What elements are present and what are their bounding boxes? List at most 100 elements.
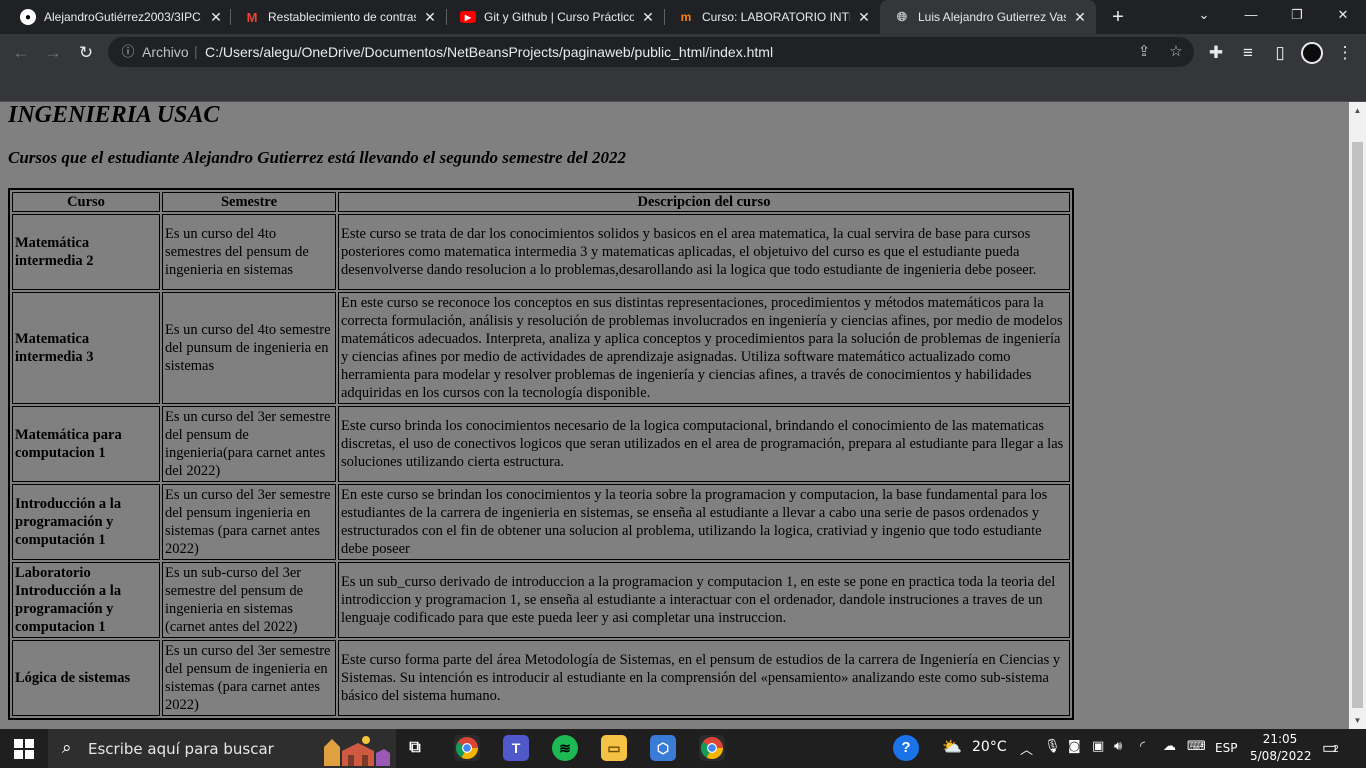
- page-subtitle: Cursos que el estudiante Alejandro Gutie…: [8, 148, 626, 167]
- info-icon[interactable]: ⓘ: [118, 42, 138, 62]
- task-view-icon[interactable]: ⧉: [402, 735, 428, 761]
- tab-title: Curso: LABORATORIO INTRO: [702, 10, 850, 24]
- reload-icon[interactable]: ↻: [73, 40, 99, 66]
- search-highlight-illustration-icon: [318, 731, 390, 766]
- bookmark-bar-area: [0, 71, 1366, 102]
- course-name: Introducción a la programación y computa…: [12, 484, 160, 560]
- page-scrollbar[interactable]: ▲ ▼: [1349, 102, 1366, 729]
- tab-github[interactable]: ● AlejandroGutiérrez2003/3IPC ✕: [6, 0, 232, 34]
- course-name: Laboratorio Introducción a la programaci…: [12, 562, 160, 638]
- table-row: Lógica de sistemas Es un curso del 3er s…: [12, 640, 1070, 716]
- minimize-button[interactable]: —: [1228, 0, 1274, 30]
- chrome-taskbar-icon[interactable]: [454, 735, 480, 761]
- search-icon: ⌕: [62, 738, 72, 757]
- taskbar-search-box[interactable]: ⌕ Escribe aquí para buscar: [48, 729, 396, 768]
- tab-title: Git y Github | Curso Práctico: [484, 10, 634, 24]
- forward-arrow-icon[interactable]: →: [40, 40, 66, 66]
- side-panel-icon[interactable]: ▯: [1267, 40, 1293, 66]
- scrollbar-thumb[interactable]: [1352, 142, 1363, 708]
- keyboard-icon[interactable]: ⌨: [1187, 739, 1206, 754]
- table-row: Matematica intermedia 3 Es un curso del …: [12, 292, 1070, 404]
- 3d-box-app-taskbar-icon[interactable]: ⬡: [650, 735, 676, 761]
- notification-center-icon[interactable]: ▭ 2: [1322, 738, 1344, 758]
- windows-taskbar: ⌕ Escribe aquí para buscar ⧉ T ≋ ▭ ⬡ ? ⛅…: [0, 729, 1366, 768]
- tab-active-page[interactable]: 🌐︎ Luis Alejandro Gutierrez Vasc ✕: [880, 0, 1096, 34]
- table-row: Matemática para computacion 1 Es un curs…: [12, 406, 1070, 482]
- table-row: Matemática intermedia 2 Es un curso del …: [12, 214, 1070, 290]
- course-name: Matemática intermedia 2: [12, 214, 160, 290]
- extensions-puzzle-icon[interactable]: ✚: [1203, 40, 1229, 66]
- tray-chevron-up-icon[interactable]: ︿: [1020, 739, 1033, 758]
- close-window-button[interactable]: ✕: [1320, 0, 1366, 30]
- tab-moodle[interactable]: m Curso: LABORATORIO INTRO ✕: [664, 0, 880, 34]
- media-queue-icon[interactable]: ≡: [1235, 40, 1261, 66]
- onedrive-cloud-icon[interactable]: ☁: [1163, 739, 1176, 754]
- windows-start-icon[interactable]: [14, 739, 34, 759]
- scroll-down-arrow-icon[interactable]: ▼: [1349, 712, 1366, 729]
- course-description: En este curso se reconoce los conceptos …: [338, 292, 1070, 404]
- tab-title: AlejandroGutiérrez2003/3IPC: [44, 10, 201, 24]
- course-semester: Es un curso del 3er semestre del pensum …: [162, 406, 336, 482]
- taskbar-clock[interactable]: 21:05 5/08/2022: [1250, 731, 1312, 765]
- globe-icon: 🌐︎: [896, 9, 908, 24]
- header-semester: Semestre: [162, 192, 336, 212]
- screen: ● AlejandroGutiérrez2003/3IPC ✕ M Restab…: [0, 0, 1366, 768]
- scroll-up-arrow-icon[interactable]: ▲: [1349, 102, 1366, 119]
- course-name: Matematica intermedia 3: [12, 292, 160, 404]
- url-text[interactable]: C:/Users/alegu/OneDrive/Documentos/NetBe…: [205, 44, 773, 60]
- restore-button[interactable]: ❐: [1274, 0, 1320, 30]
- search-placeholder: Escribe aquí para buscar: [88, 740, 274, 758]
- share-icon[interactable]: ⇪: [1134, 42, 1154, 62]
- wifi-icon[interactable]: ◜: [1140, 739, 1145, 754]
- tab-gmail[interactable]: M Restablecimiento de contrase ✕: [230, 0, 446, 34]
- close-icon[interactable]: ✕: [208, 9, 224, 26]
- course-semester: Es un curso del 3er semestre del pensum …: [162, 484, 336, 560]
- tab-search-chevron-icon[interactable]: ⌄: [1181, 0, 1227, 30]
- new-tab-button[interactable]: +: [1107, 6, 1129, 28]
- back-arrow-icon[interactable]: ←: [8, 40, 34, 66]
- courses-table: Curso Semestre Descripcion del curso Mat…: [8, 188, 1074, 720]
- notification-count: 2: [1333, 744, 1339, 755]
- course-semester: Es un curso del 4to semestre del punsum …: [162, 292, 336, 404]
- table-row: Laboratorio Introducción a la programaci…: [12, 562, 1070, 638]
- course-semester: Es un curso del 3er semestre del pensum …: [162, 640, 336, 716]
- teams-taskbar-icon[interactable]: T: [503, 735, 529, 761]
- table-header-row: Curso Semestre Descripcion del curso: [12, 192, 1070, 212]
- close-icon[interactable]: ✕: [640, 9, 656, 26]
- tab-title: Restablecimiento de contrase: [268, 10, 416, 24]
- github-icon: ●: [20, 9, 36, 25]
- course-description: Este curso brinda los conocimientos nece…: [338, 406, 1070, 482]
- profile-avatar[interactable]: [1301, 42, 1323, 64]
- browser-toolbar: ← → ↻ ⓘ Archivo | C:/Users/alegu/OneDriv…: [0, 34, 1366, 71]
- file-explorer-taskbar-icon[interactable]: ▭: [601, 735, 627, 761]
- course-semester: Es un curso del 4to semestres del pensum…: [162, 214, 336, 290]
- header-course: Curso: [12, 192, 160, 212]
- display-icon[interactable]: ▣: [1092, 739, 1104, 754]
- close-icon[interactable]: ✕: [1072, 9, 1088, 26]
- close-icon[interactable]: ✕: [422, 9, 438, 26]
- browser-tab-strip: ● AlejandroGutiérrez2003/3IPC ✕ M Restab…: [0, 0, 1366, 34]
- course-description: En este curso se brindan los conocimient…: [338, 484, 1070, 560]
- weather-cloud-sun-icon[interactable]: ⛅: [942, 737, 962, 756]
- menu-kebab-icon[interactable]: ⋮: [1332, 40, 1358, 66]
- camera-icon[interactable]: ◙: [1068, 739, 1081, 754]
- tab-youtube[interactable]: ▶ Git y Github | Curso Práctico ✕: [446, 0, 664, 34]
- microphone-icon[interactable]: 🎙︎: [1044, 739, 1061, 754]
- course-semester: Es un sub-curso del 3er semestre del pen…: [162, 562, 336, 638]
- close-icon[interactable]: ✕: [856, 9, 872, 26]
- header-description: Descripcion del curso: [338, 192, 1070, 212]
- chrome-profile-taskbar-icon[interactable]: [699, 735, 725, 761]
- volume-icon[interactable]: 🔊︎: [1114, 739, 1122, 754]
- course-name: Lógica de sistemas: [12, 640, 160, 716]
- bookmark-star-icon[interactable]: ☆: [1166, 42, 1186, 62]
- weather-temperature[interactable]: 20°C: [972, 739, 1007, 755]
- course-description: Este curso se trata de dar los conocimie…: [338, 214, 1070, 290]
- spotify-taskbar-icon[interactable]: ≋: [552, 735, 578, 761]
- address-bar[interactable]: ⓘ Archivo | C:/Users/alegu/OneDrive/Docu…: [108, 37, 1194, 67]
- language-indicator[interactable]: ESP: [1215, 741, 1237, 755]
- help-icon[interactable]: ?: [893, 735, 919, 761]
- gmail-icon: M: [246, 9, 258, 25]
- course-description: Este curso forma parte del área Metodolo…: [338, 640, 1070, 716]
- moodle-icon: m: [680, 10, 692, 24]
- page-viewport: INGENIERIA USAC Cursos que el estudiante…: [0, 102, 1349, 729]
